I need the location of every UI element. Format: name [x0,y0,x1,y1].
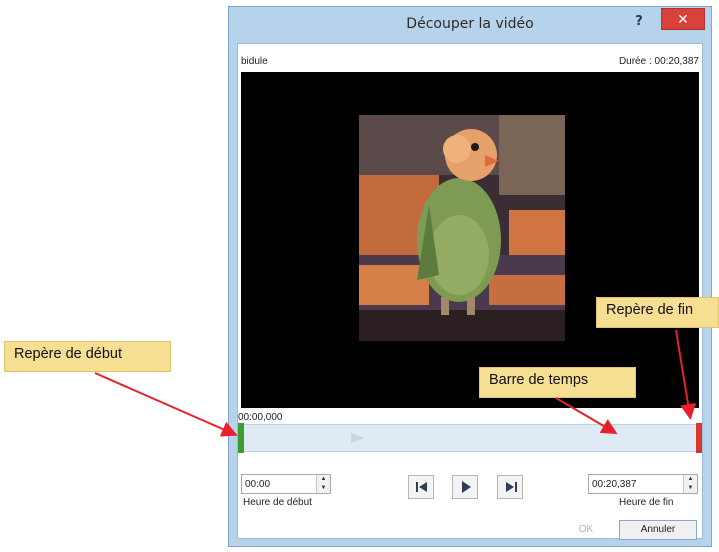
arrow-to-end-marker [675,329,696,420]
callout-arrows [94,329,696,437]
arrow-to-timeline [555,397,618,435]
arrow-to-start-marker [94,372,238,437]
